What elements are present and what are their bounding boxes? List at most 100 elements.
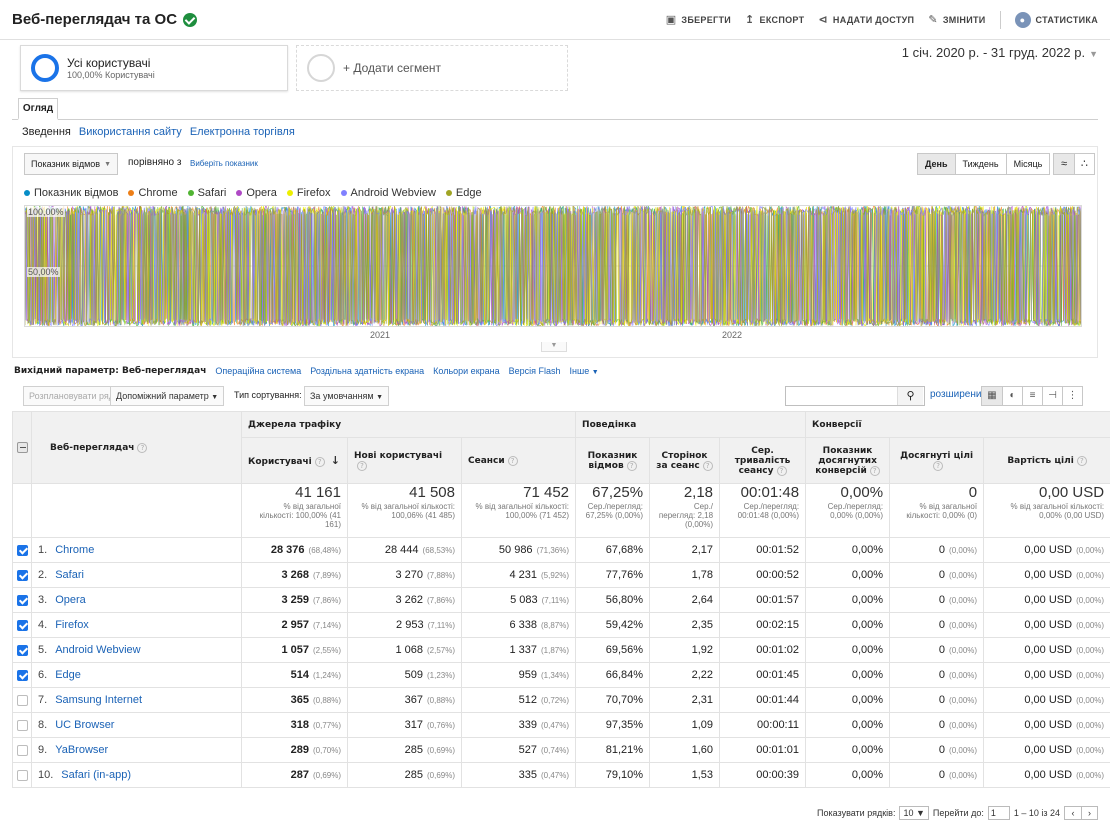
advanced-filter-link[interactable]: розширений (930, 389, 987, 400)
prev-page-icon[interactable]: ‹ (1065, 807, 1081, 819)
y-axis-label-top: 100,00% (27, 207, 65, 217)
browser-link[interactable]: Android Webview (55, 644, 140, 656)
browser-link[interactable]: YaBrowser (55, 744, 108, 756)
insights-button[interactable]: ● СТАТИСТИКА (1014, 11, 1098, 28)
cell-users: 318 (290, 719, 309, 731)
select-all-checkbox[interactable] (16, 442, 28, 453)
browser-link[interactable]: UC Browser (55, 719, 114, 731)
row-checkbox[interactable] (16, 694, 28, 706)
verified-shield-icon (183, 12, 198, 27)
dimension-os[interactable]: Операційна система (215, 366, 301, 376)
metric-select[interactable]: Показник відмов ▼ (24, 153, 119, 175)
next-page-icon[interactable]: › (1081, 807, 1097, 819)
sort-type-select[interactable]: За умовчанням ▼ (304, 386, 390, 406)
col-sessions[interactable]: Сеанси? (460, 437, 577, 484)
browser-link[interactable]: Chrome (55, 544, 94, 556)
row-checkbox[interactable] (16, 719, 28, 731)
comparison-view-icon[interactable]: ⊣ (1042, 387, 1062, 405)
col-pages[interactable]: Сторінок за сеанс? (649, 437, 721, 484)
help-icon[interactable]: ? (357, 460, 367, 471)
dimension-colors[interactable]: Кольори екрана (433, 366, 499, 376)
cell-sessions: 339 (518, 719, 538, 731)
dimension-other[interactable]: Інше ▼ (570, 366, 599, 376)
col-duration[interactable]: Сер. тривалість сеансу? (719, 437, 807, 484)
chart-collapse-handle[interactable]: ▼ (541, 342, 567, 352)
subnav: Зведення Використання сайту Електронна т… (22, 126, 295, 138)
row-checkbox[interactable] (16, 544, 28, 556)
col-bounce[interactable]: Показник відмов? (575, 437, 651, 484)
pie-view-icon[interactable]: ◐ (1002, 387, 1022, 405)
segment-name: Усі користувачі (67, 56, 151, 70)
share-button[interactable]: ⊲ НАДАТИ ДОСТУП (818, 13, 914, 26)
period-week-button[interactable]: Тиждень (954, 154, 1006, 174)
row-checkbox[interactable] (16, 569, 28, 581)
cell-new-users: 509 (404, 669, 423, 681)
subnav-ecommerce[interactable]: Електронна торгівля (190, 126, 295, 138)
row-checkbox[interactable] (16, 644, 28, 656)
help-icon[interactable]: ? (137, 442, 148, 453)
subnav-site-usage[interactable]: Використання сайту (79, 126, 182, 138)
dimension-browser[interactable]: Веб-переглядач (122, 366, 206, 376)
cell-pages: 1,60 (649, 737, 721, 763)
row-checkbox[interactable] (16, 619, 28, 631)
motion-chart-icon[interactable]: ∴ (1074, 154, 1094, 174)
save-button[interactable]: ▣ ЗБЕРЕГТИ (666, 13, 731, 26)
browser-link[interactable]: Samsung Internet (55, 694, 142, 706)
segment-all-users[interactable]: Усі користувачі 100,00% Користувачі (20, 45, 288, 91)
rows-per-page-select[interactable]: 10 ▼ (899, 806, 929, 820)
cell-sessions: 1 337 (509, 644, 538, 656)
help-icon[interactable]: ? (776, 465, 787, 476)
help-icon[interactable]: ? (933, 460, 944, 471)
search-icon[interactable]: ⚲ (897, 387, 923, 405)
add-segment-button[interactable]: + Додати сегмент (296, 45, 568, 91)
insights-icon: ● (1014, 11, 1031, 28)
edit-button[interactable]: ✎ ЗМІНИТИ (928, 13, 985, 26)
browser-link[interactable]: Safari (55, 569, 84, 581)
pivot-view-icon[interactable]: ⋮ (1062, 387, 1082, 405)
cell-conv: 0,00% (805, 537, 891, 563)
row-checkbox[interactable] (16, 669, 28, 681)
col-browser[interactable]: Веб-переглядач? (31, 411, 242, 484)
compare-metric-link[interactable]: Виберіть показник (190, 159, 258, 168)
col-new-users[interactable]: Нові користувачі? (347, 437, 462, 484)
browser-link[interactable]: Safari (in-app) (61, 769, 131, 781)
tab-overview[interactable]: Огляд (18, 98, 58, 120)
help-icon[interactable]: ? (507, 455, 518, 466)
browser-link[interactable]: Opera (55, 594, 86, 606)
col-conv-rate[interactable]: Показник досягнутих конверсій? (805, 437, 891, 484)
secondary-dimension-select[interactable]: Допоміжний параметр ▼ (110, 386, 225, 406)
row-checkbox[interactable] (16, 594, 28, 606)
period-month-button[interactable]: Місяць (1005, 154, 1050, 174)
total-goals: 0% від загальної кількості: 0,00% (0) (889, 483, 985, 538)
row-checkbox[interactable] (16, 744, 28, 756)
export-button[interactable]: ↥ ЕКСПОРТ (745, 13, 804, 26)
help-icon[interactable]: ? (702, 460, 713, 471)
table-view-icon[interactable]: ▦ (982, 387, 1002, 405)
browser-link[interactable]: Edge (55, 669, 81, 681)
cell-sessions: 959 (518, 669, 538, 681)
col-goal-value[interactable]: Вартість цілі? (983, 437, 1110, 484)
dimension-resolution[interactable]: Роздільна здатність екрана (310, 366, 424, 376)
help-icon[interactable]: ? (869, 465, 880, 476)
select-all-cell[interactable] (12, 411, 32, 484)
goto-page-input[interactable]: 1 (987, 806, 1010, 820)
help-icon[interactable]: ? (626, 460, 637, 471)
dimension-flash[interactable]: Версія Flash (509, 366, 561, 376)
table-view-toggle: ▦ ◐ ≡ ⊣ ⋮ (981, 386, 1083, 406)
help-icon[interactable]: ? (314, 457, 325, 467)
x-axis-label-2021: 2021 (370, 330, 391, 340)
report-header: Веб-переглядач та ОС ▣ ЗБЕРЕГТИ ↥ ЕКСПОРТ … (0, 0, 1110, 40)
browser-link[interactable]: Firefox (55, 619, 89, 631)
row-checkbox[interactable] (16, 769, 28, 781)
cell-goal-value: 0,00 USD (1024, 619, 1073, 631)
period-day-button[interactable]: День (918, 154, 955, 174)
date-range-picker[interactable]: 1 січ. 2020 р. - 31 груд. 2022 р. ▼ (902, 45, 1098, 60)
subnav-summary[interactable]: Зведення (22, 126, 71, 138)
col-goals[interactable]: Досягнуті цілі? (889, 437, 985, 484)
line-chart-icon[interactable]: ≈ (1054, 154, 1074, 174)
help-icon[interactable]: ? (1076, 455, 1087, 466)
cell-new-users: 3 270 (395, 569, 423, 581)
sort-desc-icon[interactable]: ↓ (331, 454, 340, 467)
col-users[interactable]: Користувачі? ↓ (241, 437, 348, 484)
performance-view-icon[interactable]: ≡ (1022, 387, 1042, 405)
